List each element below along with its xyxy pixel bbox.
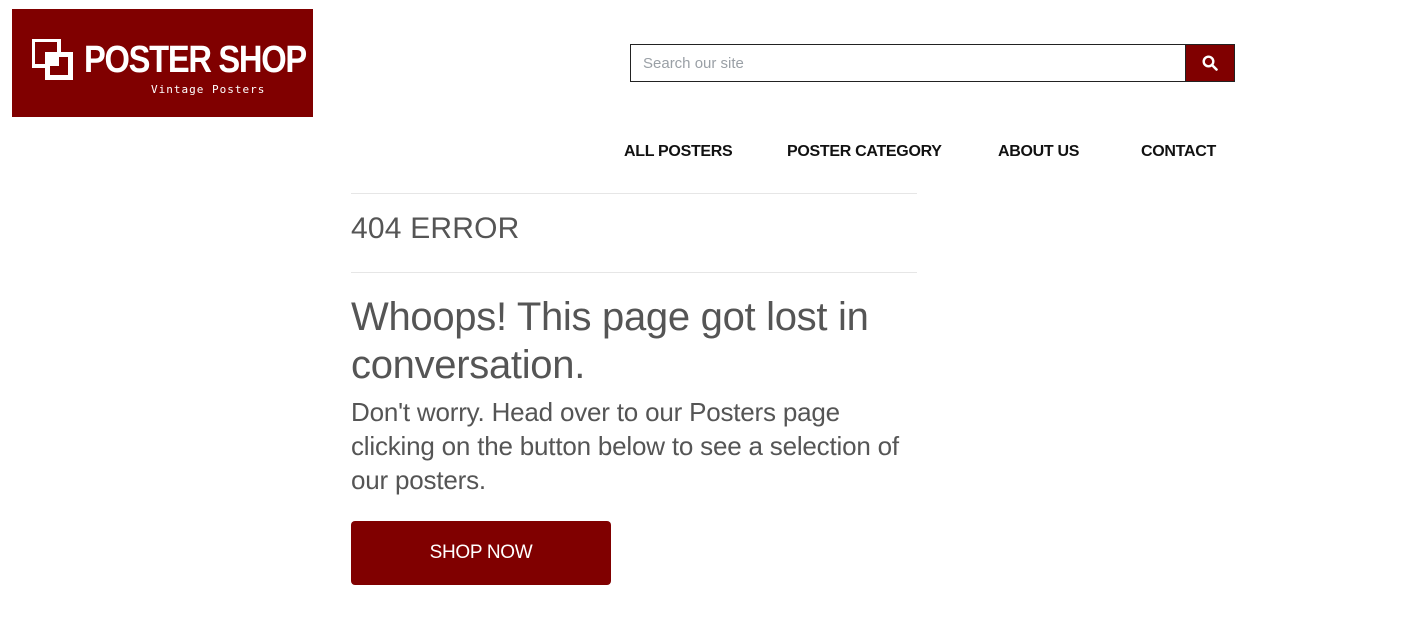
logo-squares-icon [32, 39, 73, 80]
nav-item-poster-category[interactable]: POSTER CATEGORY [787, 143, 942, 161]
search-input[interactable] [631, 45, 1185, 81]
nav-item-about-us[interactable]: ABOUT US [998, 143, 1079, 161]
main-content: 404 ERROR Whoops! This page got lost in … [351, 193, 917, 585]
search-form [630, 44, 1235, 82]
nav-item-contact[interactable]: CONTACT [1141, 143, 1216, 161]
logo-subtitle: Vintage Posters [151, 83, 266, 96]
logo-title: POSTER SHOP [84, 39, 307, 81]
error-headline: Whoops! This page got lost in conversati… [351, 295, 869, 387]
search-button[interactable] [1185, 45, 1234, 81]
nav-item-all-posters[interactable]: ALL POSTERS [624, 143, 733, 161]
page: POSTER SHOP Vintage Posters ALL POSTERS … [0, 0, 1421, 623]
error-body-text: Don't worry. Head over to our Posters pa… [351, 397, 899, 495]
site-logo[interactable]: POSTER SHOP Vintage Posters [12, 9, 313, 117]
shop-now-button[interactable]: SHOP NOW [351, 521, 611, 585]
divider-bottom [351, 272, 917, 273]
search-icon [1202, 55, 1218, 71]
error-title: 404 ERROR [351, 212, 520, 245]
